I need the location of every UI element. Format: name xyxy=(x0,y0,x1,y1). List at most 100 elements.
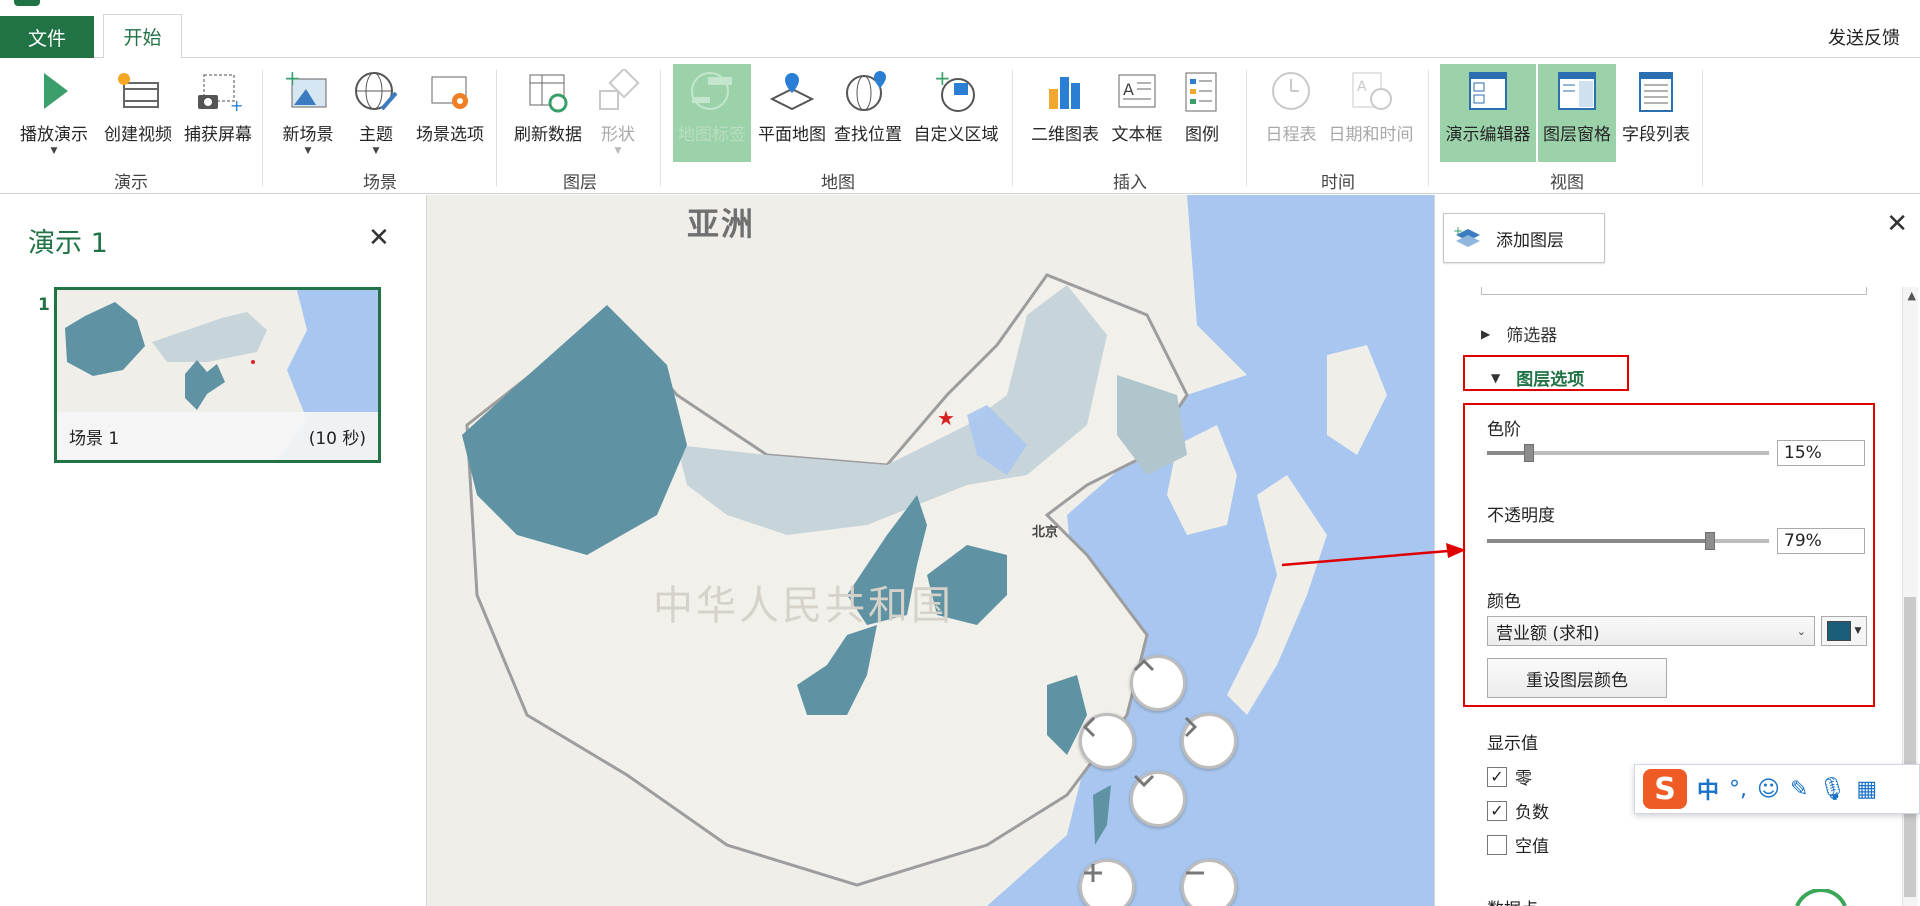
color-field-select[interactable]: 营业额 (求和) ⌄ xyxy=(1487,616,1815,646)
scene-options-button[interactable]: 场景选项 xyxy=(410,64,490,156)
find-location-icon xyxy=(840,64,896,118)
show-zero-checkbox[interactable]: ✓ 零 xyxy=(1487,764,1532,789)
svg-text:A: A xyxy=(1123,80,1134,99)
show-negative-checkbox[interactable]: ✓ 负数 xyxy=(1487,798,1549,823)
find-location-label: 查找位置 xyxy=(834,125,902,145)
new-scene-button[interactable]: + 新场景 ▼ xyxy=(276,64,340,156)
group-label-view: 视图 xyxy=(1550,173,1584,193)
handwriting-icon[interactable]: ✎ xyxy=(1790,777,1808,802)
ribbon: 播放演示 ▼ 创建视频 + 捕获屏幕 演示 + 新场景 ▼ 主题 ▼ 场景选项 … xyxy=(0,58,1920,194)
svg-text:+: + xyxy=(1454,225,1463,238)
ime-mode-toggle[interactable]: 中 xyxy=(1697,773,1719,805)
title-tab-bar: 文件 开始 发送反馈 xyxy=(0,0,1920,59)
ribbon-separator xyxy=(262,70,263,186)
layer-options-label: 图层选项 xyxy=(1516,370,1585,390)
find-location-button[interactable]: 查找位置 xyxy=(830,64,906,156)
tour-editor-button[interactable]: 演示编辑器 xyxy=(1440,64,1536,162)
toolbox-icon[interactable]: ▦ xyxy=(1856,777,1877,802)
shapes-button[interactable]: 形状 ▼ xyxy=(592,64,644,156)
color-scale-label: 色阶 xyxy=(1487,420,1521,440)
plus-icon xyxy=(1084,864,1102,882)
zoom-in-button[interactable] xyxy=(1079,859,1135,906)
close-icon[interactable]: ✕ xyxy=(368,223,390,253)
opacity-slider-thumb[interactable] xyxy=(1705,532,1715,550)
country-label: 中华人民共和国 xyxy=(653,583,954,629)
reset-layer-color-button[interactable]: 重设图层颜色 xyxy=(1487,658,1667,698)
rotate-right-button[interactable] xyxy=(1181,713,1237,769)
send-feedback-link[interactable]: 发送反馈 xyxy=(1828,24,1900,50)
ime-logo-icon[interactable]: S xyxy=(1643,769,1687,809)
custom-regions-button[interactable]: + 自定义区域 xyxy=(908,64,1004,156)
map-drawing: ★ xyxy=(427,195,1387,906)
ime-toolbar[interactable]: S 中 °, ☺ ✎ 🎙 ▦ xyxy=(1634,764,1920,814)
microphone-icon[interactable]: 🎙 xyxy=(1818,777,1846,802)
layer-pane-button[interactable]: 图层窗格 xyxy=(1538,64,1616,162)
refresh-table-icon xyxy=(520,64,576,118)
themes-button[interactable]: 主题 ▼ xyxy=(348,64,404,156)
checkbox-checked-icon: ✓ xyxy=(1487,800,1507,821)
layer-options-section-toggle[interactable]: ▼ 图层选项 xyxy=(1491,365,1584,390)
play-tour-button[interactable]: 播放演示 ▼ xyxy=(14,64,94,156)
capture-screen-label: 捕获屏幕 xyxy=(184,125,252,145)
legend-icon xyxy=(1174,64,1230,118)
color-scale-input[interactable]: 15% xyxy=(1777,440,1865,466)
refresh-data-button[interactable]: 刷新数据 xyxy=(508,64,588,156)
add-layer-label: 添加图层 xyxy=(1496,230,1564,251)
show-zero-label: 零 xyxy=(1515,769,1532,789)
chevron-down-icon: ▼ xyxy=(614,146,622,156)
scene-options-label: 场景选项 xyxy=(416,125,484,145)
scene-name: 场景 1 xyxy=(69,428,120,449)
capture-screen-button[interactable]: + 捕获屏幕 xyxy=(178,64,258,156)
tilt-down-button[interactable] xyxy=(1130,771,1186,827)
scroll-up-arrow-icon[interactable]: ▲ xyxy=(1908,289,1916,302)
tab-file[interactable]: 文件 xyxy=(0,16,94,58)
tour-editor-label: 演示编辑器 xyxy=(1445,125,1531,145)
ribbon-separator xyxy=(496,70,497,186)
scene-footer: 场景 1 (10 秒) xyxy=(57,412,378,460)
show-null-label: 空值 xyxy=(1515,837,1549,857)
scene-duration: (10 秒) xyxy=(308,428,366,449)
zoom-out-button[interactable] xyxy=(1181,859,1237,906)
create-video-button[interactable]: 创建视频 xyxy=(98,64,178,156)
date-time-button[interactable]: A 日期和时间 xyxy=(1326,64,1416,156)
legend-button[interactable]: 图例 xyxy=(1174,64,1230,156)
ribbon-separator xyxy=(660,70,661,186)
field-list-button[interactable]: 字段列表 xyxy=(1618,64,1694,156)
chevron-down-icon: ▼ xyxy=(304,146,312,156)
timeline-button[interactable]: 日程表 xyxy=(1260,64,1322,156)
2d-chart-button[interactable]: 二维图表 xyxy=(1026,64,1104,156)
chevron-down-icon: ▼ xyxy=(372,146,380,156)
tour-title[interactable]: 演示 1 xyxy=(28,221,108,260)
flat-map-button[interactable]: 平面地图 xyxy=(754,64,830,156)
date-time-icon: A xyxy=(1343,64,1399,118)
tilt-up-button[interactable] xyxy=(1130,655,1186,711)
close-icon[interactable]: ✕ xyxy=(1886,209,1908,239)
map-canvas[interactable]: ★ 亚洲 中华人民共和国 北京 xyxy=(427,195,1434,906)
show-negative-label: 负数 xyxy=(1515,803,1549,823)
checkbox-empty-icon xyxy=(1487,834,1507,855)
text-box-button[interactable]: A 文本框 xyxy=(1106,64,1168,156)
tour-editor-panel: 演示 1 ✕ 1 场景 1 (10 秒) xyxy=(0,195,427,906)
color-picker-button[interactable]: ▼ xyxy=(1821,616,1867,646)
map-labels-button[interactable]: 地图标签 xyxy=(673,64,751,162)
group-label-map: 地图 xyxy=(821,173,855,193)
group-label-insert: 插入 xyxy=(1113,173,1147,193)
opacity-input[interactable]: 79% xyxy=(1777,528,1865,554)
punctuation-icon[interactable]: °, xyxy=(1729,777,1747,802)
video-icon xyxy=(110,64,166,118)
group-label-layer: 图层 xyxy=(563,173,597,193)
emoji-icon[interactable]: ☺ xyxy=(1757,777,1780,802)
tab-home[interactable]: 开始 xyxy=(103,14,182,59)
rotate-left-button[interactable] xyxy=(1079,713,1135,769)
color-scale-slider-thumb[interactable] xyxy=(1524,444,1534,462)
svg-text:+: + xyxy=(934,69,951,90)
color-scale-slider-fill xyxy=(1487,451,1529,455)
add-layer-button[interactable]: + 添加图层 xyxy=(1443,213,1605,263)
color-label: 颜色 xyxy=(1487,592,1521,612)
filters-section-toggle[interactable]: ▶ 筛选器 xyxy=(1481,321,1557,346)
play-icon xyxy=(26,64,82,118)
scrollbar-thumb[interactable] xyxy=(1904,597,1916,897)
scene-thumbnail[interactable]: 场景 1 (10 秒) xyxy=(54,287,381,463)
region-taiwan xyxy=(1093,785,1111,845)
show-null-checkbox[interactable]: 空值 xyxy=(1487,832,1549,857)
